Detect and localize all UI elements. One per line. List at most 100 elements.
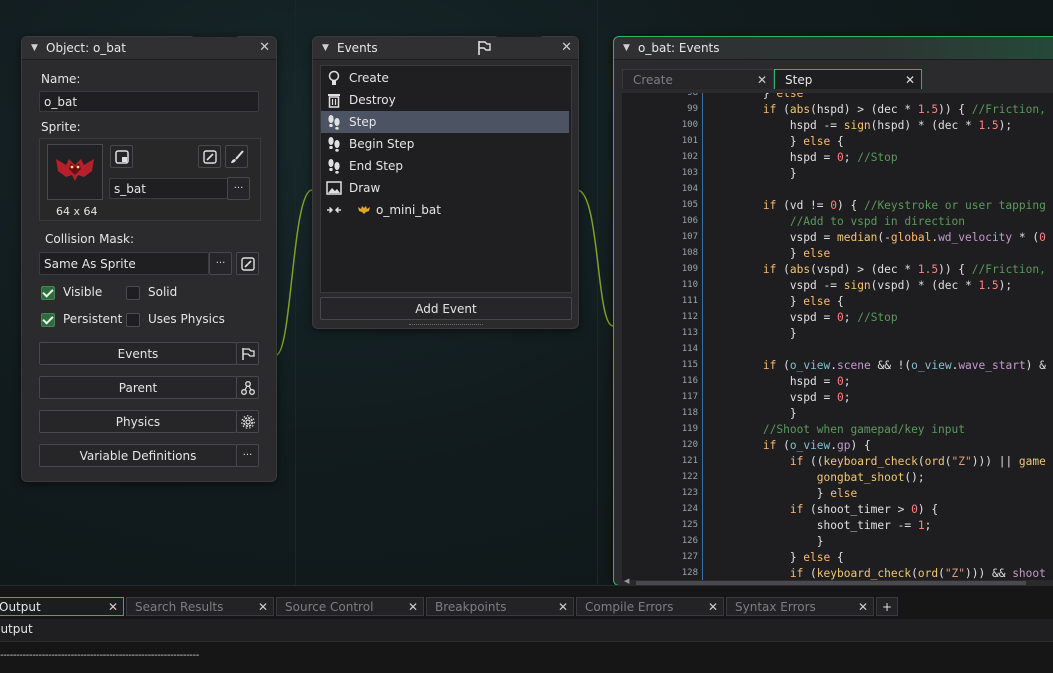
collision-mask-field[interactable]: Same As Sprite	[39, 252, 209, 275]
parent-icon-button[interactable]	[236, 376, 259, 399]
tab-output[interactable]: Output ✕	[0, 597, 124, 616]
event-item-create[interactable]: Create	[321, 67, 569, 89]
visible-checkbox[interactable]	[41, 286, 55, 300]
code-line: //Add to vspd in direction	[789, 215, 965, 228]
tab-label: Search Results	[135, 600, 224, 614]
solid-label: Solid	[148, 285, 178, 299]
collapse-chevron-icon[interactable]: ▼	[31, 37, 38, 59]
tab-label: Step	[785, 73, 813, 87]
line-number: 123	[681, 488, 698, 498]
events-flag-button[interactable]	[236, 342, 259, 365]
close-icon[interactable]: ✕	[408, 598, 418, 616]
sprite-browse-button[interactable]: ···	[227, 177, 250, 200]
code-line: vspd = median(-global.wd_velocity * (0	[709, 231, 1046, 244]
edit-sprite-icon	[202, 149, 217, 164]
persistent-checkbox[interactable]	[41, 313, 55, 327]
close-icon[interactable]: ✕	[708, 598, 718, 616]
events-panel: ▼ Events ✕ Create Destroy Step Begin Ste…	[312, 36, 579, 329]
tab-create[interactable]: Create ✕	[622, 69, 774, 89]
event-item-draw[interactable]: Draw	[321, 177, 569, 199]
name-label: Name:	[41, 72, 81, 86]
collapse-chevron-icon[interactable]: ▼	[322, 37, 329, 59]
code-panel-titlebar[interactable]: ▼ o_bat: Events	[614, 37, 1053, 60]
footsteps-icon	[328, 159, 340, 174]
line-number: 109	[681, 264, 698, 274]
event-label: Destroy	[349, 93, 396, 107]
event-item-end-step[interactable]: End Step	[321, 155, 569, 177]
code-line: } else	[709, 247, 831, 260]
code-line: if (shoot_timer > 0) {	[789, 503, 939, 516]
code-line: if (abs(hspd) > (dec * 1.5)) { //Frictio…	[762, 103, 1046, 116]
close-icon[interactable]: ✕	[858, 598, 868, 616]
events-panel-titlebar[interactable]: ▼ Events ✕	[313, 37, 578, 60]
bulb-icon	[328, 70, 340, 85]
event-label: End Step	[349, 159, 403, 173]
hierarchy-icon	[240, 380, 255, 395]
parent-button[interactable]: Parent	[39, 376, 237, 399]
code-line: } else {	[709, 135, 844, 148]
tab-label: Breakpoints	[435, 600, 507, 614]
code-panel-title: o_bat: Events	[638, 41, 720, 55]
scroll-left-icon[interactable]: ◀	[624, 577, 629, 585]
close-icon[interactable]: ✕	[258, 598, 268, 616]
sprite-size-label: 64 x 64	[56, 205, 98, 218]
footsteps-icon	[328, 137, 340, 152]
footsteps-icon	[328, 115, 340, 130]
new-sprite-button[interactable]	[110, 145, 133, 168]
resize-grip[interactable]	[409, 324, 483, 327]
edit-mask-button[interactable]	[236, 252, 259, 275]
variable-definitions-button[interactable]: Variable Definitions	[39, 444, 237, 467]
code-line: } else	[709, 93, 804, 100]
tab-search-results[interactable]: Search Results ✕	[126, 597, 274, 616]
line-number: 104	[681, 184, 698, 194]
code-line: if (o_view.scene && !(o_view.wave_start)…	[762, 359, 1046, 372]
line-number: 114	[681, 344, 698, 354]
gear-icon	[240, 414, 255, 429]
edit-sprite-button[interactable]	[198, 145, 221, 168]
code-line: if (vd != 0) { //Keystroke or user tappi…	[762, 199, 1046, 212]
add-tab-button[interactable]: +	[876, 597, 898, 616]
uses-physics-checkbox[interactable]	[126, 313, 140, 327]
line-number: 103	[681, 168, 698, 178]
code-editor[interactable]: 98 99 100 101 102 103 104 105 106 107 108 109 110 111…	[622, 93, 1053, 583]
events-list: Create Destroy Step Begin Step End Step …	[320, 65, 572, 293]
tab-syntax-errors[interactable]: Syntax Errors ✕	[726, 597, 874, 616]
tab-breakpoints[interactable]: Breakpoints ✕	[426, 597, 574, 616]
line-number: 126	[681, 536, 698, 546]
physics-button[interactable]: Physics	[39, 410, 237, 433]
close-icon[interactable]: ✕	[561, 37, 572, 59]
event-item-destroy[interactable]: Destroy	[321, 89, 569, 111]
close-icon[interactable]: ✕	[558, 598, 568, 616]
collision-mask-browse-button[interactable]: ···	[209, 252, 232, 275]
line-number: 101	[681, 136, 698, 146]
object-name-field[interactable]: o_bat	[39, 91, 259, 112]
solid-checkbox[interactable]	[126, 286, 140, 300]
paint-sprite-button[interactable]	[225, 145, 248, 168]
sprite-preview[interactable]	[47, 144, 103, 200]
close-icon[interactable]: ✕	[905, 70, 915, 90]
tab-source-control[interactable]: Source Control ✕	[276, 597, 424, 616]
close-icon[interactable]: ✕	[108, 598, 118, 616]
events-button[interactable]: Events	[39, 342, 237, 365]
collapse-chevron-icon[interactable]: ▼	[623, 37, 630, 59]
close-icon[interactable]: ✕	[757, 70, 767, 90]
code-line: }	[709, 327, 797, 340]
line-number: 110	[681, 280, 698, 290]
tab-label: Create	[633, 73, 673, 87]
event-item-step[interactable]: Step	[321, 111, 569, 133]
tab-step[interactable]: Step ✕	[774, 69, 922, 89]
sprite-name-field[interactable]: s_bat	[109, 178, 229, 199]
add-event-button[interactable]: Add Event	[320, 297, 572, 320]
line-number: 99	[687, 104, 698, 114]
output-line: ----------------------------------------…	[0, 650, 199, 661]
event-label: o_mini_bat	[376, 203, 441, 217]
variable-definitions-more-button[interactable]: ···	[236, 444, 259, 467]
event-item-begin-step[interactable]: Begin Step	[321, 133, 569, 155]
line-number: 105	[681, 200, 698, 210]
event-item-collision-o-mini-bat[interactable]: o_mini_bat	[321, 199, 569, 221]
tab-compile-errors[interactable]: Compile Errors ✕	[576, 597, 724, 616]
close-icon[interactable]: ✕	[259, 37, 270, 59]
code-line: } else	[709, 487, 858, 500]
physics-icon-button[interactable]	[236, 410, 259, 433]
object-panel-titlebar[interactable]: ▼ Object: o_bat ✕	[22, 37, 276, 60]
